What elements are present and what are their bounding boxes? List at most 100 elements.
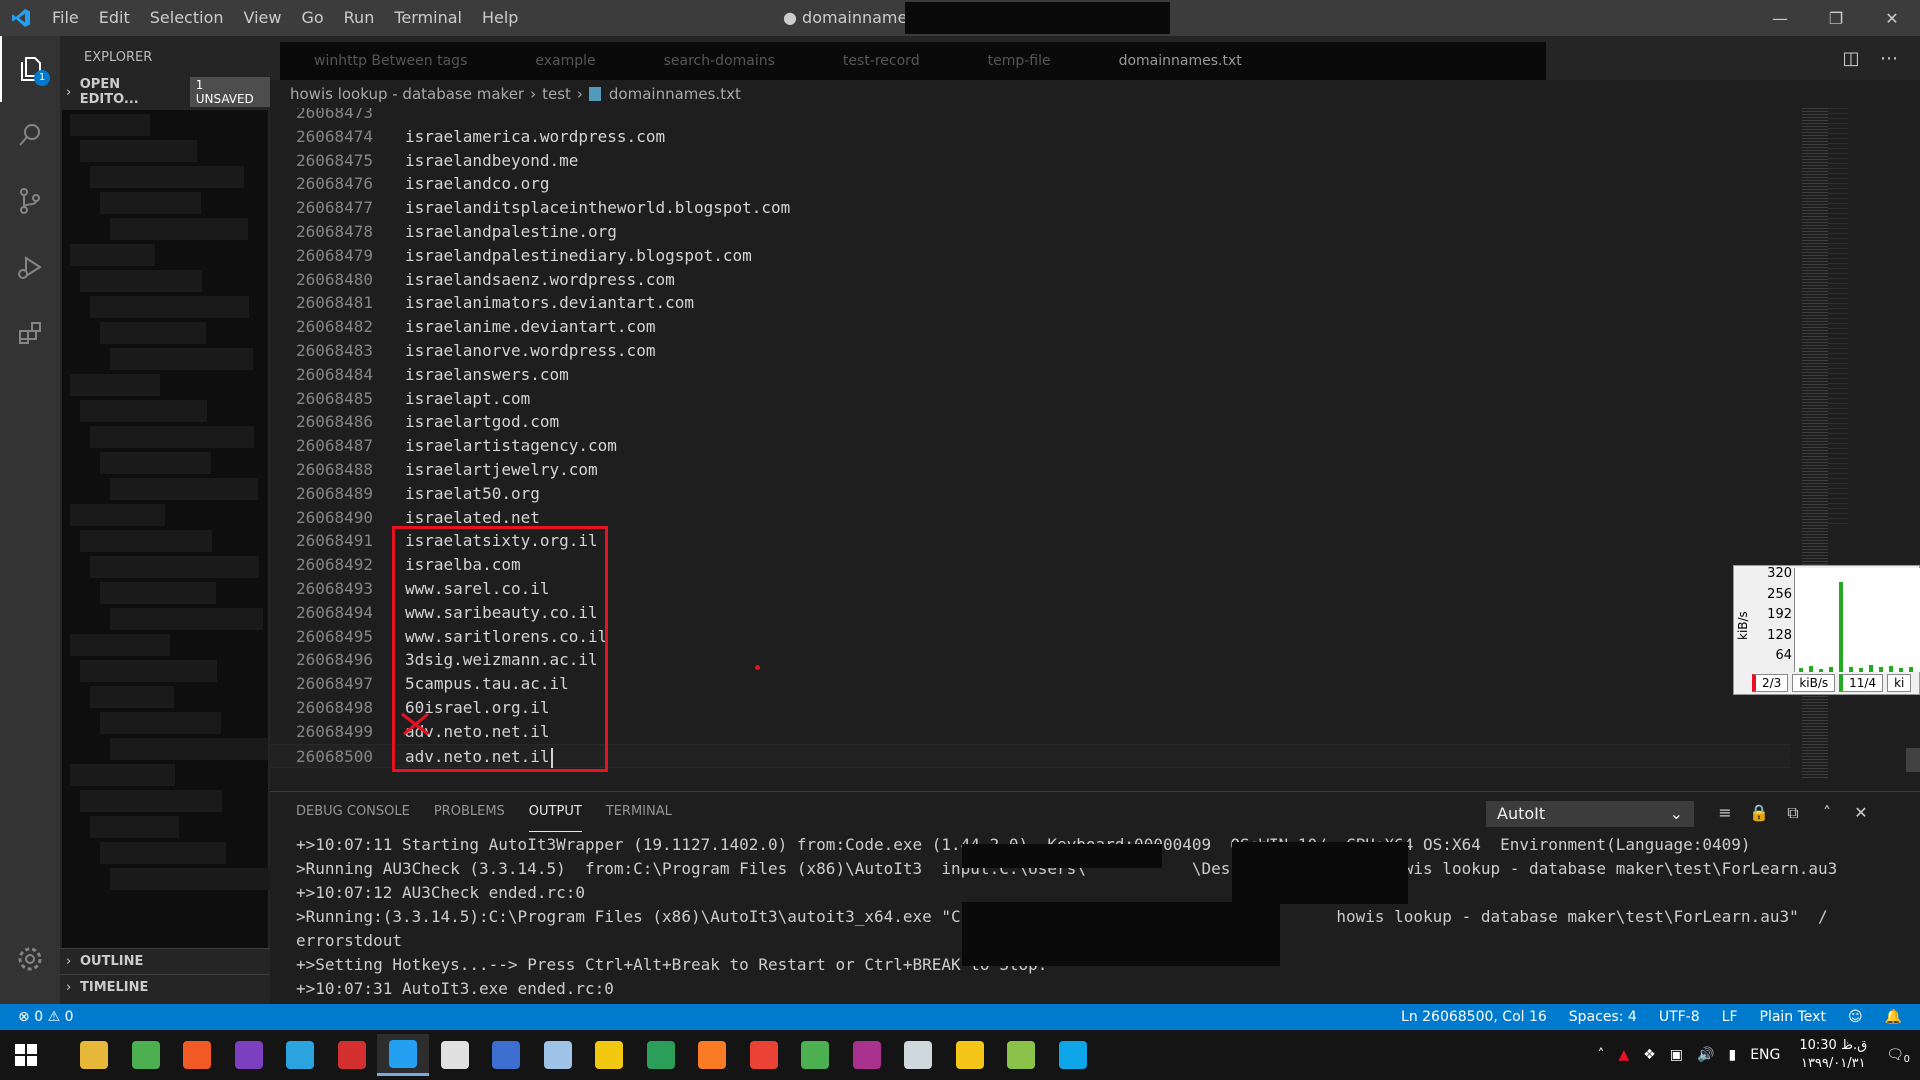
manage-button[interactable]	[0, 934, 60, 984]
taskbar-app-xampp-x[interactable]	[429, 1034, 481, 1076]
editor-tab[interactable]: example	[501, 53, 629, 69]
scrollbar-thumb[interactable]	[1906, 748, 1920, 772]
code-line[interactable]: 26068476 israelandco.org	[270, 172, 1790, 196]
taskbar-app-vscode[interactable]	[377, 1034, 429, 1076]
taskbar-app-xampp[interactable]	[686, 1034, 738, 1076]
lock-icon[interactable]: 🔒	[1744, 800, 1774, 826]
taskbar-app-help[interactable]	[944, 1034, 996, 1076]
taskbar-app-app-notepad[interactable]	[995, 1034, 1047, 1076]
maximize-panel-icon[interactable]: ˄	[1812, 800, 1842, 826]
search-button[interactable]	[0, 102, 60, 168]
code-line[interactable]: 26068485 israelapt.com	[270, 387, 1790, 411]
panel-tab-terminal[interactable]: TERMINAL	[606, 792, 672, 832]
code-line[interactable]: 26068488 israelartjewelry.com	[270, 458, 1790, 482]
close-icon[interactable]: ✕	[1864, 0, 1920, 36]
code-line[interactable]: 26068474 israelamerica.wordpress.com	[270, 125, 1790, 149]
taskbar-app-chrome[interactable]	[120, 1034, 172, 1076]
open-in-editor-icon[interactable]: ⧉	[1778, 800, 1808, 826]
taskbar-app-app-window[interactable]	[892, 1034, 944, 1076]
end-of-line[interactable]: LF	[1722, 1009, 1738, 1025]
encoding[interactable]: UTF-8	[1659, 1009, 1700, 1025]
code-line[interactable]: 26068479 israelandpalestinediary.blogspot…	[270, 244, 1790, 268]
output-channel-select[interactable]: AutoIt ⌄	[1486, 801, 1694, 827]
breadcrumb-file[interactable]: domainnames.txt	[609, 85, 741, 103]
menu-item-go[interactable]: Go	[291, 0, 333, 36]
editor-tab[interactable]: test-record	[809, 53, 954, 69]
clear-output-icon[interactable]: ≡	[1710, 800, 1740, 826]
text-editor[interactable]: 26068473 26068474 israelamerica.wordpress.…	[270, 108, 1920, 780]
code-line[interactable]: 26068480 israelandsaenz.wordpress.com	[270, 268, 1790, 292]
code-line[interactable]: 26068489 israelat50.org	[270, 482, 1790, 506]
network-status-icon[interactable]: ▲	[1618, 1047, 1629, 1063]
code-line[interactable]: 26068481 israelanimators.deviantart.com	[270, 291, 1790, 315]
taskbar-app-edge[interactable]	[635, 1034, 687, 1076]
menu-item-terminal[interactable]: Terminal	[384, 0, 472, 36]
unsaved-badge: 1 UNSAVED	[189, 77, 270, 107]
display-icon[interactable]: ▣	[1670, 1047, 1683, 1063]
indentation[interactable]: Spaces: 4	[1569, 1009, 1637, 1025]
start-button[interactable]	[0, 1034, 52, 1076]
input-language[interactable]: ENG	[1750, 1047, 1780, 1063]
volume-icon[interactable]: 🔊	[1697, 1047, 1714, 1063]
restore-icon[interactable]: ❐	[1808, 0, 1864, 36]
breadcrumb-folder[interactable]: howis lookup - database maker	[290, 85, 524, 103]
notification-center-icon[interactable]: 🗨 0	[1886, 1047, 1910, 1065]
taskbar-app-winrar[interactable]	[841, 1034, 893, 1076]
split-editor-icon[interactable]: ◫	[1832, 48, 1870, 69]
panel-tab-problems[interactable]: PROBLEMS	[434, 792, 505, 832]
clock[interactable]: 10:30 ق.ظ ۱۳۹۹/۰۱/۳۱	[1799, 1037, 1867, 1073]
close-panel-icon[interactable]: ✕	[1846, 800, 1876, 826]
taskbar-app-app-purple[interactable]	[223, 1034, 275, 1076]
code-line[interactable]: 26068475 israelandbeyond.me	[270, 149, 1790, 173]
problems-indicator[interactable]: ⊗ 0 ⚠ 0	[0, 1009, 74, 1025]
code-line[interactable]: 26068486 israelartgod.com	[270, 410, 1790, 434]
help-icon	[955, 1041, 984, 1069]
language-mode[interactable]: Plain Text	[1760, 1009, 1826, 1025]
outline-section[interactable]: › OUTLINE	[60, 948, 270, 974]
chevron-up-icon[interactable]: ˄	[1597, 1047, 1604, 1063]
extensions-button[interactable]	[0, 300, 60, 366]
menu-item-selection[interactable]: Selection	[140, 0, 234, 36]
taskbar-app-chrome-2[interactable]	[738, 1034, 790, 1076]
menu-item-view[interactable]: View	[234, 0, 292, 36]
dropbox-icon[interactable]: ❖	[1643, 1047, 1656, 1063]
minimize-icon[interactable]: —	[1752, 0, 1808, 36]
menu-item-edit[interactable]: Edit	[89, 0, 140, 36]
taskbar-app-app-book[interactable]	[532, 1034, 584, 1076]
code-line[interactable]: 26068477 israelanditsplaceintheworld.blog…	[270, 196, 1790, 220]
more-actions-icon[interactable]: ⋯	[1870, 48, 1908, 69]
taskbar-app-telegram[interactable]	[274, 1034, 326, 1076]
editor-tab[interactable]: temp-file	[954, 53, 1085, 69]
menu-item-file[interactable]: File	[42, 0, 89, 36]
editor-tab[interactable]: domainnames.txt	[1085, 53, 1276, 69]
run-debug-button[interactable]	[0, 234, 60, 300]
taskbar-app-app-green-red[interactable]	[326, 1034, 378, 1076]
taskbar-app-app-chart[interactable]	[583, 1034, 635, 1076]
menu-item-help[interactable]: Help	[472, 0, 528, 36]
notifications-bell-icon[interactable]: 🔔	[1885, 1009, 1902, 1025]
cursor-position[interactable]: Ln 26068500, Col 16	[1401, 1009, 1547, 1025]
timeline-section[interactable]: › TIMELINE	[60, 974, 270, 1000]
taskbar-app-brave[interactable]	[171, 1034, 223, 1076]
explorer-button[interactable]: 1	[0, 36, 60, 102]
editor-tab[interactable]: winhttp Between tags	[280, 53, 501, 69]
code-line[interactable]: 26068484 israelanswers.com	[270, 363, 1790, 387]
panel-tab-debug-console[interactable]: DEBUG CONSOLE	[296, 792, 410, 832]
source-control-button[interactable]	[0, 168, 60, 234]
open-editors-section[interactable]: › OPEN EDITO... 1 UNSAVED	[60, 77, 270, 107]
battery-icon[interactable]: ▮	[1728, 1047, 1736, 1063]
taskbar-app-app-blue[interactable]	[480, 1034, 532, 1076]
taskbar-app-file-explorer[interactable]	[68, 1034, 120, 1076]
feedback-icon[interactable]: ☺	[1848, 1009, 1863, 1025]
code-line[interactable]: 26068478 israelandpalestine.org	[270, 220, 1790, 244]
taskbar-app-utorrent[interactable]	[789, 1034, 841, 1076]
breadcrumb-subfolder[interactable]: test	[542, 85, 571, 103]
menu-item-run[interactable]: Run	[334, 0, 385, 36]
editor-tab[interactable]: search-domains	[630, 53, 809, 69]
code-line[interactable]: 26068483 israelanorve.wordpress.com	[270, 339, 1790, 363]
taskbar-app-app-screens[interactable]	[1047, 1034, 1099, 1076]
code-line[interactable]: 26068473	[270, 108, 1790, 125]
code-line[interactable]: 26068482 israelanime.deviantart.com	[270, 315, 1790, 339]
code-line[interactable]: 26068487 israelartistagency.com	[270, 434, 1790, 458]
panel-tab-output[interactable]: OUTPUT	[528, 792, 582, 832]
